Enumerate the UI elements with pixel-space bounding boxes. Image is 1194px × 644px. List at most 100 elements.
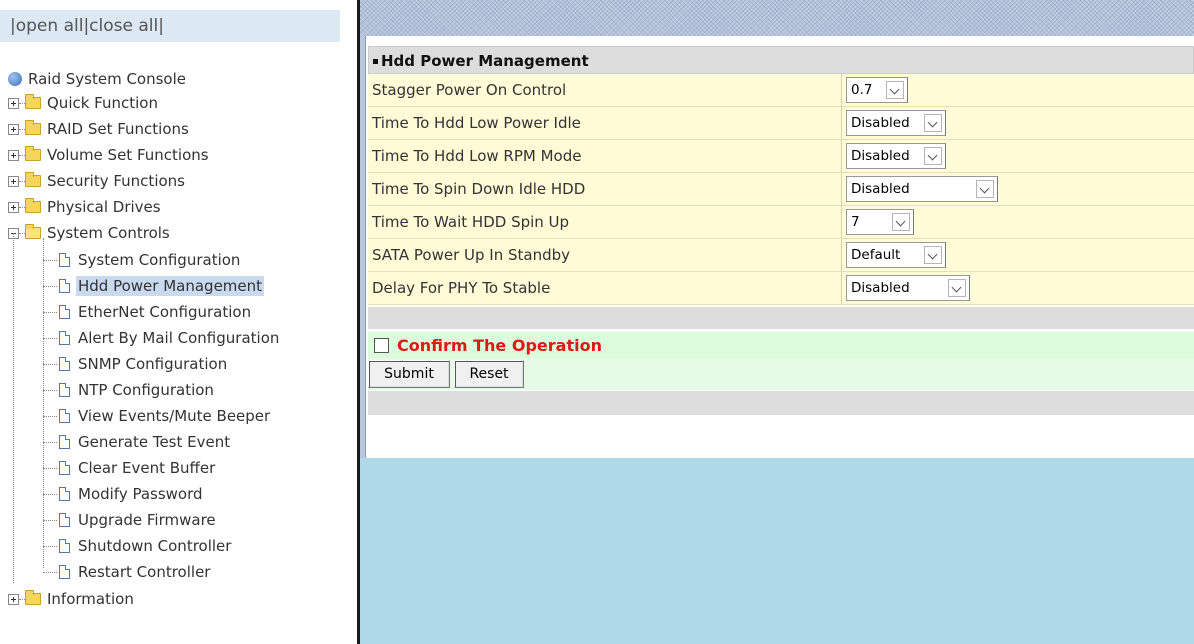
page-icon: [59, 513, 70, 527]
row-label: Time To Wait HDD Spin Up: [368, 206, 842, 238]
confirm-operation-row: Confirm The Operation: [368, 332, 1194, 358]
tree-root-label: Raid System Console: [28, 70, 186, 88]
tree-folder-information[interactable]: Information: [8, 586, 136, 612]
folder-icon: [25, 590, 41, 605]
console-icon: [8, 72, 22, 86]
chevron-down-icon: [924, 114, 942, 132]
header-pattern: [360, 0, 1194, 36]
tree-folder-label: Volume Set Functions: [47, 146, 209, 164]
chevron-down-icon: [892, 213, 910, 231]
tree-item-system-configuration[interactable]: System Configuration: [43, 247, 242, 273]
expand-plus-icon[interactable]: [8, 123, 19, 135]
wait-spin-up-select[interactable]: 7: [846, 209, 914, 235]
tree-guide-line: [13, 233, 14, 583]
tree-folder-label: Quick Function: [47, 94, 158, 112]
tree-folder-physical-drives[interactable]: Physical Drives: [8, 194, 163, 220]
tree-toolbar: |open all|close all|: [0, 10, 340, 42]
expand-plus-icon[interactable]: [8, 149, 19, 161]
low-power-idle-select[interactable]: Disabled: [846, 110, 946, 136]
page-icon: [59, 461, 70, 475]
tree-item-clear-event-buffer[interactable]: Clear Event Buffer: [43, 455, 217, 481]
tree-folder-volume-set-functions[interactable]: Volume Set Functions: [8, 142, 211, 168]
tree-folder-system-controls[interactable]: System Controls: [8, 220, 172, 246]
chevron-down-icon: [924, 147, 942, 165]
page-icon: [59, 565, 70, 579]
confirm-checkbox[interactable]: [374, 337, 389, 353]
row-time-to-wait-hdd-spin-up: Time To Wait HDD Spin Up 7: [368, 206, 1194, 239]
tree-item-generate-test-event[interactable]: Generate Test Event: [43, 429, 232, 455]
page-icon: [59, 305, 70, 319]
page-icon: [59, 357, 70, 371]
expand-plus-icon[interactable]: [8, 175, 19, 187]
tree-item-ethernet-configuration[interactable]: EtherNet Configuration: [43, 299, 253, 325]
submit-button[interactable]: Submit: [368, 360, 450, 388]
hdd-power-management-form: Hdd Power Management Stagger Power On Co…: [368, 46, 1194, 415]
content-left-border: [360, 36, 366, 458]
form-title: Hdd Power Management: [381, 52, 589, 70]
row-label: Time To Hdd Low RPM Mode: [368, 140, 842, 172]
row-time-to-spin-down-idle-hdd: Time To Spin Down Idle HDD Disabled: [368, 173, 1194, 206]
page-icon: [59, 435, 70, 449]
folder-icon: [25, 120, 41, 135]
row-label: Delay For PHY To Stable: [368, 272, 842, 304]
row-label: Time To Hdd Low Power Idle: [368, 107, 842, 139]
tree-item-upgrade-firmware[interactable]: Upgrade Firmware: [43, 507, 218, 533]
reset-button[interactable]: Reset: [454, 360, 524, 388]
tree-item-modify-password[interactable]: Modify Password: [43, 481, 205, 507]
chevron-down-icon: [976, 180, 994, 198]
row-time-to-hdd-low-rpm-mode: Time To Hdd Low RPM Mode Disabled: [368, 140, 1194, 173]
tree-item-restart-controller[interactable]: Restart Controller: [43, 559, 212, 585]
page-icon: [59, 383, 70, 397]
chevron-down-icon: [886, 81, 904, 99]
confirm-label: Confirm The Operation: [397, 335, 602, 355]
page-icon: [59, 253, 70, 267]
button-row: Submit Reset: [368, 358, 1194, 390]
expand-plus-icon[interactable]: [8, 593, 19, 605]
folder-icon: [25, 146, 41, 161]
separator: |: [158, 16, 164, 36]
tree-folder-label: RAID Set Functions: [47, 120, 189, 138]
tree-folder-label: Information: [47, 590, 134, 608]
folder-icon: [25, 198, 41, 213]
bullet-icon: [373, 59, 378, 64]
chevron-down-icon: [924, 246, 942, 264]
page-icon: [59, 331, 70, 345]
row-sata-power-up-in-standby: SATA Power Up In Standby Default: [368, 239, 1194, 272]
row-label: Time To Spin Down Idle HDD: [368, 173, 842, 205]
row-label: SATA Power Up In Standby: [368, 239, 842, 271]
tree-folder-raid-set-functions[interactable]: RAID Set Functions: [8, 116, 191, 142]
tree-item-hdd-power-management[interactable]: Hdd Power Management: [43, 273, 265, 299]
sata-power-up-select[interactable]: Default: [846, 242, 946, 268]
tree-folder-security-functions[interactable]: Security Functions: [8, 168, 187, 194]
row-time-to-hdd-low-power-idle: Time To Hdd Low Power Idle Disabled: [368, 107, 1194, 140]
tree-folder-quick-function[interactable]: Quick Function: [8, 90, 160, 116]
delay-phy-stable-select[interactable]: Disabled: [846, 275, 970, 301]
tree-item-snmp-configuration[interactable]: SNMP Configuration: [43, 351, 229, 377]
low-rpm-mode-select[interactable]: Disabled: [846, 143, 946, 169]
tree-item-shutdown-controller[interactable]: Shutdown Controller: [43, 533, 233, 559]
open-all-link[interactable]: open all: [16, 16, 84, 36]
content-pane: Hdd Power Management Stagger Power On Co…: [360, 0, 1194, 644]
stagger-power-on-select[interactable]: 0.7: [846, 77, 908, 103]
tree-folder-label: Physical Drives: [47, 198, 161, 216]
folder-icon: [25, 94, 41, 109]
form-spacer: [368, 307, 1194, 329]
close-all-link[interactable]: close all: [89, 16, 158, 36]
page-icon: [59, 409, 70, 423]
navigation-tree-pane: |open all|close all| Raid System Console…: [0, 0, 357, 644]
tree-item-ntp-configuration[interactable]: NTP Configuration: [43, 377, 216, 403]
tree-item-alert-by-mail-configuration[interactable]: Alert By Mail Configuration: [43, 325, 281, 351]
page-icon: [59, 487, 70, 501]
form-footer: [368, 391, 1194, 415]
tree-root[interactable]: Raid System Console: [8, 66, 188, 92]
expand-plus-icon[interactable]: [8, 201, 19, 213]
folder-icon: [25, 172, 41, 187]
row-stagger-power-on-control: Stagger Power On Control 0.7: [368, 74, 1194, 107]
spin-down-idle-select[interactable]: Disabled: [846, 176, 998, 202]
page-icon: [59, 279, 70, 293]
tree-folder-label: Security Functions: [47, 172, 185, 190]
tree-item-view-events-mute-beeper[interactable]: View Events/Mute Beeper: [43, 403, 272, 429]
row-delay-for-phy-to-stable: Delay For PHY To Stable Disabled: [368, 272, 1194, 305]
expand-plus-icon[interactable]: [8, 97, 19, 109]
page-icon: [59, 539, 70, 553]
